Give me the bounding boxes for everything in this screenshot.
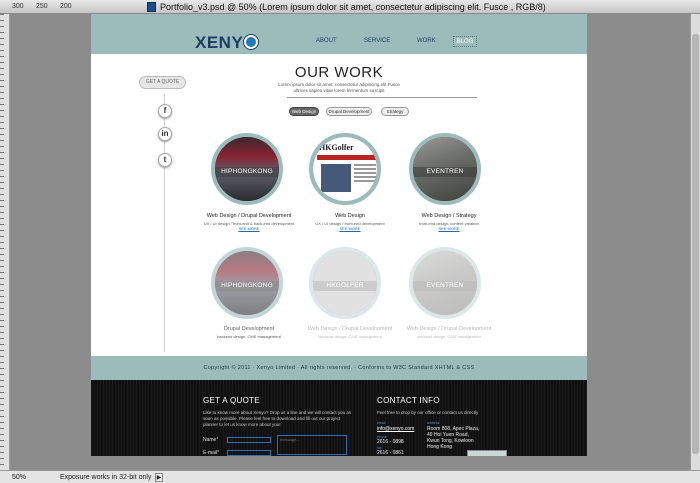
- portfolio-thumb-hiphongkong[interactable]: HIPHONGKONG: [211, 133, 283, 205]
- card-title: Web Design / Drupal Development: [206, 213, 292, 219]
- contact-text: Feel free to drop by our office or conta…: [377, 410, 479, 415]
- card-title: Web Design / Strategy: [421, 213, 477, 219]
- quote-heading: GET A QUOTE: [203, 396, 260, 405]
- email-caption: email: [377, 421, 386, 425]
- message-textarea[interactable]: message...: [277, 435, 347, 455]
- ruler-mark: 250: [36, 3, 48, 10]
- twitter-icon[interactable]: t: [158, 153, 172, 167]
- page-title: OUR WORK: [294, 64, 384, 81]
- site-logo[interactable]: XENY: [195, 33, 259, 53]
- card-title: Web Design / Drupal Development: [307, 326, 393, 332]
- logo-o-icon: [244, 35, 259, 49]
- thumb-label: HKGOLFER: [313, 281, 377, 291]
- status-bar: 50% Exposure works in 32-bit only ▶: [0, 470, 700, 483]
- ruler-mark: 200: [60, 3, 72, 10]
- filter-strategy[interactable]: Strategy: [381, 107, 409, 116]
- email-label: E-mail*: [203, 450, 220, 456]
- email-link[interactable]: info@xenyo.com: [377, 426, 414, 432]
- vertical-scrollbar[interactable]: [690, 14, 700, 470]
- site-header: XENY ABOUT SERVICE WORK BLOG: [91, 14, 587, 54]
- portfolio-thumb-hkgolfer[interactable]: HKGolfer: [309, 133, 381, 205]
- card-subtitle: backend design, CMS management: [417, 334, 481, 339]
- card-title: Drupal Development: [223, 326, 275, 332]
- nav-blog[interactable]: BLOG: [453, 36, 477, 47]
- psd-file-icon: [147, 2, 156, 12]
- filter-drupal-development[interactable]: Drupal Development: [326, 107, 372, 116]
- portfolio-image: HKGolfer: [313, 137, 377, 201]
- window-title: Portfolio_v3.psd @ 50% (Lorem ipsum dolo…: [160, 2, 546, 12]
- filter-web-design[interactable]: Web Design: [289, 107, 319, 116]
- page-subtitle: Lorem ipsum dolor sit amet, consectetur …: [278, 82, 400, 93]
- fax-value: 2616 - 0861: [377, 450, 404, 456]
- hkgolfer-banner: [317, 155, 377, 160]
- thumb-label: HIPHONGKONG: [215, 167, 279, 177]
- status-menu-arrow-icon[interactable]: ▶: [155, 473, 163, 482]
- hkgolfer-photo: [321, 164, 351, 192]
- portfolio-thumb-hkgolfer-2[interactable]: HKGOLFER: [309, 247, 381, 319]
- portfolio-thumb-eventren[interactable]: EVENTREN: [409, 133, 481, 205]
- name-input[interactable]: [227, 437, 271, 443]
- phone-value: 2616 - 0898: [377, 439, 404, 445]
- thumb-label: HIPHONGKONG: [215, 281, 279, 291]
- contact-heading: CONTACT INFO: [377, 396, 440, 405]
- portfolio-thumb-eventren-2[interactable]: EVENTREN: [409, 247, 481, 319]
- status-message: Exposure works in 32-bit only: [60, 474, 152, 481]
- facebook-icon[interactable]: f: [158, 104, 172, 118]
- window-titlebar: 300 250 200 Portfolio_v3.psd @ 50% (Lorem …: [0, 0, 700, 14]
- card-subtitle: backend design, CMS management: [217, 334, 281, 339]
- thumb-label: EVENTREN: [413, 167, 477, 177]
- nav-service[interactable]: SERVICE: [364, 38, 390, 44]
- thumb-label: EVENTREN: [413, 281, 477, 291]
- zoom-level[interactable]: 50%: [12, 474, 26, 481]
- location-map[interactable]: [467, 450, 507, 456]
- logo-text: XENY: [195, 33, 244, 52]
- quote-text: Like to know more about Xenyo? Drop us a…: [203, 410, 352, 427]
- card-title: Web Design: [335, 213, 365, 219]
- name-label: Name*: [203, 437, 219, 443]
- card-subtitle: backend design, CMS management: [318, 334, 382, 339]
- see-more-link[interactable]: SEE MORE: [394, 226, 504, 231]
- see-more-link[interactable]: SEE MORE: [295, 226, 405, 231]
- copyright-bar: Copyright © 2011 · Xenyo Limited · All r…: [91, 356, 587, 380]
- scrollbar-thumb[interactable]: [692, 34, 699, 454]
- hkgolfer-logo: HKGolfer: [319, 143, 354, 152]
- hkgolfer-text-lines: [354, 164, 376, 166]
- portfolio-thumb-hiphongkong-2[interactable]: HIPHONGKONG: [211, 247, 283, 319]
- site-footer: GET A QUOTE Like to know more about Xeny…: [91, 380, 587, 456]
- nav-work[interactable]: WORK: [417, 38, 436, 44]
- nav-about[interactable]: ABOUT: [316, 38, 337, 44]
- address-caption: address: [427, 421, 440, 425]
- card-title: Web Design / Drupal Development: [406, 326, 492, 332]
- address-line: Hong Kong: [427, 444, 453, 450]
- web-page-mockup: XENY ABOUT SERVICE WORK BLOG GET A QUOTE…: [91, 14, 587, 456]
- left-ruler: [0, 14, 10, 470]
- linkedin-icon[interactable]: in: [158, 127, 172, 141]
- ruler-mark: 300: [12, 3, 24, 10]
- see-more-link[interactable]: SEE MORE: [194, 226, 304, 231]
- email-input[interactable]: [227, 450, 271, 456]
- title-divider: [287, 97, 477, 98]
